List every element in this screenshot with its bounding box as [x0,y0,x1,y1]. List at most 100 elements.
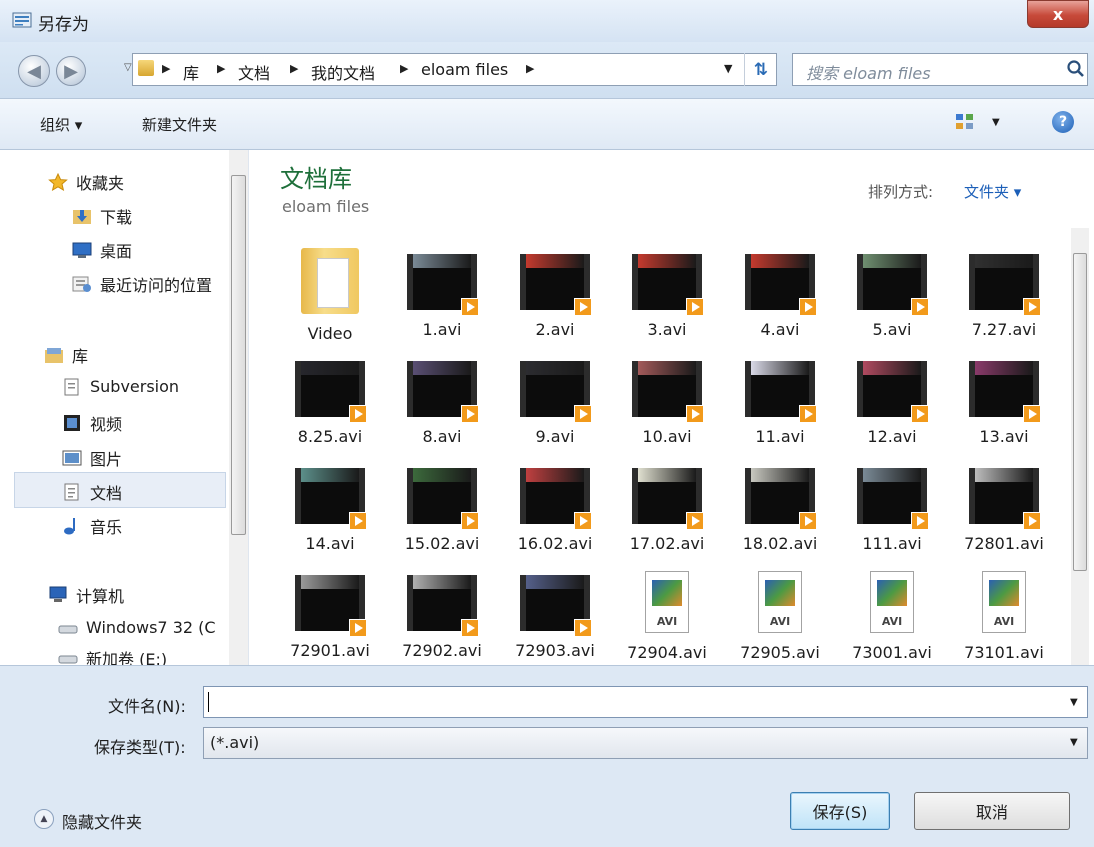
file-name: 3.avi [647,320,687,339]
file-item[interactable]: AVI 73101.avi [948,571,1060,662]
filename-input[interactable] [203,686,1088,718]
play-badge-icon [461,619,479,637]
address-dropdown-icon[interactable]: ▼ [724,62,732,75]
nav-computer[interactable]: 计算机 [48,583,124,607]
breadcrumb-arrow-icon[interactable]: ▶ [290,62,298,75]
cancel-button[interactable]: 取消 [914,792,1070,830]
file-name: 13.avi [979,427,1029,446]
nav-documents[interactable]: 文档 [62,480,122,504]
folder-item[interactable]: Video [274,248,386,343]
video-file-item[interactable]: 16.02.avi [499,468,611,553]
video-file-item[interactable]: 72801.avi [948,468,1060,553]
video-file-item[interactable]: 4.avi [724,254,836,339]
video-file-item[interactable]: 18.02.avi [724,468,836,553]
recent-locations-dropdown-icon[interactable]: ▽ [124,62,132,73]
nav-desktop[interactable]: 桌面 [72,238,132,262]
document-library-icon [62,378,82,396]
video-file-item[interactable]: 2.avi [499,254,611,339]
video-file-item[interactable]: 8.25.avi [274,361,386,446]
nav-drive-c[interactable]: Windows7 32 (C [58,618,216,637]
file-list-scrollbar-thumb[interactable] [1073,253,1087,571]
video-file-item[interactable]: 5.avi [836,254,948,339]
breadcrumb-my-documents[interactable]: 我的文档 [311,60,375,84]
arrange-by-dropdown[interactable]: 文件夹 ▾ [964,181,1021,202]
save-button[interactable]: 保存(S) [790,792,890,830]
music-note-icon [62,517,82,535]
new-folder-button[interactable]: 新建文件夹 [142,114,217,135]
play-badge-icon [349,619,367,637]
nav-documents-label: 文档 [90,484,123,503]
video-thumbnail-icon [520,254,592,316]
video-file-item[interactable]: 72903.avi [499,575,611,660]
nav-pictures[interactable]: 图片 [62,446,122,470]
play-badge-icon [1023,298,1041,316]
video-thumbnail-icon [632,361,704,423]
breadcrumb-arrow-icon[interactable]: ▶ [217,62,225,75]
video-file-item[interactable]: 1.avi [386,254,498,339]
video-thumbnail-icon [520,468,592,530]
video-file-item[interactable]: 12.avi [836,361,948,446]
nav-music-label: 音乐 [90,518,123,537]
refresh-icon: ⇅ [753,59,769,80]
recent-places-icon [72,275,92,293]
file-item[interactable]: AVI 72905.avi [724,571,836,662]
nav-subversion[interactable]: Subversion [62,377,179,396]
video-file-item[interactable]: 10.avi [611,361,723,446]
nav-scrollbar-thumb[interactable] [231,175,246,535]
avi-file-icon: AVI [870,571,914,633]
forward-button[interactable]: ▶ [56,56,86,86]
file-item[interactable]: AVI 73001.avi [836,571,948,662]
video-file-item[interactable]: 7.27.avi [948,254,1060,339]
close-button[interactable]: x [1027,0,1089,28]
video-file-item[interactable]: 14.avi [274,468,386,553]
play-badge-icon [911,405,929,423]
filename-dropdown-icon[interactable]: ▼ [1070,697,1078,708]
collapse-icon[interactable]: ▲ [34,809,54,829]
help-icon[interactable]: ? [1052,111,1074,133]
refresh-button[interactable]: ⇅ [744,53,777,86]
video-file-item[interactable]: 15.02.avi [386,468,498,553]
filetype-dropdown-icon[interactable]: ▼ [1070,737,1078,748]
filetype-select[interactable] [203,727,1088,759]
breadcrumb-eloam-files[interactable]: eloam files [421,60,508,79]
nav-favorites[interactable]: 收藏夹 [48,170,124,194]
video-thumbnail-icon [295,468,367,530]
file-item[interactable]: AVI 72904.avi [611,571,723,662]
file-name: 8.avi [422,427,462,446]
nav-music[interactable]: 音乐 [62,514,122,538]
organize-menu-button[interactable]: 组织 ▾ [40,114,82,135]
video-file-item[interactable]: 17.02.avi [611,468,723,553]
avi-file-icon: AVI [982,571,1026,633]
nav-videos[interactable]: 视频 [62,411,122,435]
play-badge-icon [686,298,704,316]
nav-videos-label: 视频 [90,415,123,434]
nav-downloads[interactable]: 下载 [72,204,132,228]
breadcrumb-arrow-icon[interactable]: ▶ [400,62,408,75]
video-file-item[interactable]: 13.avi [948,361,1060,446]
play-badge-icon [574,405,592,423]
video-file-item[interactable]: 11.avi [724,361,836,446]
search-icon[interactable] [1066,59,1086,79]
video-file-item[interactable]: 8.avi [386,361,498,446]
nav-libraries[interactable]: 库 [44,343,88,367]
hide-folders-toggle[interactable]: 隐藏文件夹 [62,809,142,833]
breadcrumb-libraries[interactable]: 库 [183,60,199,84]
change-view-icon[interactable] [955,112,975,132]
view-options-dropdown-icon[interactable]: ▼ [992,117,1000,128]
file-name: 73101.avi [964,643,1044,662]
library-icon [44,346,64,364]
file-name: 72901.avi [290,641,370,660]
breadcrumb-arrow-icon[interactable]: ▶ [162,62,170,75]
video-file-item[interactable]: 3.avi [611,254,723,339]
nav-drive-e[interactable]: 新加卷 (E:) [58,650,167,665]
breadcrumb-documents[interactable]: 文档 [238,60,270,84]
video-file-item[interactable]: 72901.avi [274,575,386,660]
nav-recent-places[interactable]: 最近访问的位置 [72,272,212,296]
file-name: 72902.avi [402,641,482,660]
video-file-item[interactable]: 9.avi [499,361,611,446]
nav-subversion-label: Subversion [90,377,180,396]
back-button[interactable]: ◀ [18,55,50,87]
video-file-item[interactable]: 111.avi [836,468,948,553]
video-file-item[interactable]: 72902.avi [386,575,498,660]
breadcrumb-arrow-icon[interactable]: ▶ [526,62,534,75]
